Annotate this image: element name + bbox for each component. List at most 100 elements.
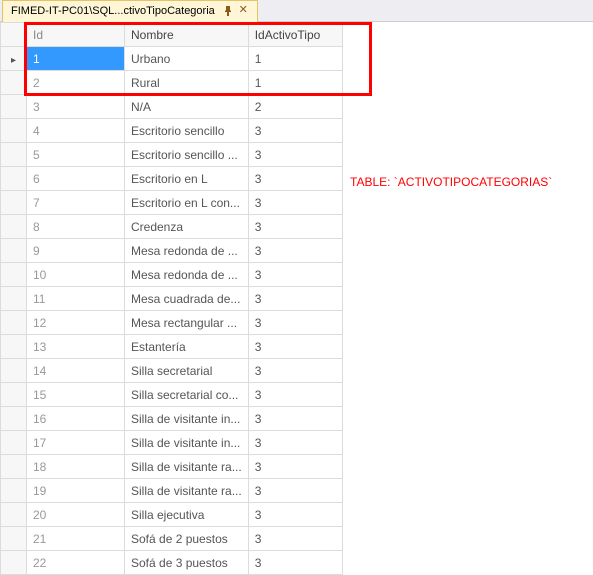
cell-nombre[interactable]: Silla de visitante in... (125, 431, 249, 455)
table-row[interactable]: 5Escritorio sencillo ...3 (1, 143, 343, 167)
row-header[interactable] (1, 47, 27, 71)
close-icon[interactable]: ✕ (238, 5, 249, 16)
row-header[interactable] (1, 191, 27, 215)
table-row[interactable]: 12Mesa rectangular ...3 (1, 311, 343, 335)
cell-nombre[interactable]: Credenza (125, 215, 249, 239)
cell-nombre[interactable]: Mesa cuadrada de... (125, 287, 249, 311)
cell-id[interactable]: 6 (27, 167, 125, 191)
cell-tipo[interactable]: 1 (248, 71, 342, 95)
table-row[interactable]: 2Rural1 (1, 71, 343, 95)
cell-tipo[interactable]: 3 (248, 191, 342, 215)
cell-id[interactable]: 13 (27, 335, 125, 359)
cell-id[interactable]: 7 (27, 191, 125, 215)
cell-tipo[interactable]: 1 (248, 47, 342, 71)
cell-nombre[interactable]: Escritorio en L con... (125, 191, 249, 215)
row-header[interactable] (1, 71, 27, 95)
cell-id[interactable]: 4 (27, 119, 125, 143)
table-row[interactable]: 4Escritorio sencillo3 (1, 119, 343, 143)
cell-id[interactable]: 1 (27, 47, 125, 71)
row-header[interactable] (1, 479, 27, 503)
cell-id[interactable]: 19 (27, 479, 125, 503)
table-row[interactable]: 15Silla secretarial co...3 (1, 383, 343, 407)
table-row[interactable]: 8Credenza3 (1, 215, 343, 239)
cell-tipo[interactable]: 3 (248, 503, 342, 527)
cell-id[interactable]: 20 (27, 503, 125, 527)
document-tab[interactable]: FIMED-IT-PC01\SQL...ctivoTipoCategoria ✕ (2, 0, 258, 22)
table-row[interactable]: 11Mesa cuadrada de...3 (1, 287, 343, 311)
cell-tipo[interactable]: 3 (248, 167, 342, 191)
table-row[interactable]: 1Urbano1 (1, 47, 343, 71)
cell-nombre[interactable]: Urbano (125, 47, 249, 71)
row-header[interactable] (1, 503, 27, 527)
cell-tipo[interactable]: 3 (248, 527, 342, 551)
cell-id[interactable]: 3 (27, 95, 125, 119)
row-header[interactable] (1, 143, 27, 167)
table-row[interactable]: 13Estantería3 (1, 335, 343, 359)
row-header-corner[interactable] (1, 23, 27, 47)
pin-icon[interactable] (223, 5, 234, 16)
cell-tipo[interactable]: 3 (248, 479, 342, 503)
cell-nombre[interactable]: Mesa rectangular ... (125, 311, 249, 335)
cell-nombre[interactable]: N/A (125, 95, 249, 119)
cell-nombre[interactable]: Escritorio en L (125, 167, 249, 191)
data-grid[interactable]: Id Nombre IdActivoTipo 1Urbano12Rural13N… (0, 22, 593, 575)
cell-nombre[interactable]: Estantería (125, 335, 249, 359)
row-header[interactable] (1, 431, 27, 455)
cell-tipo[interactable]: 3 (248, 551, 342, 575)
cell-tipo[interactable]: 3 (248, 335, 342, 359)
column-header-nombre[interactable]: Nombre (125, 23, 249, 47)
cell-nombre[interactable]: Mesa redonda de ... (125, 263, 249, 287)
cell-id[interactable]: 10 (27, 263, 125, 287)
cell-nombre[interactable]: Sofá de 3 puestos (125, 551, 249, 575)
cell-tipo[interactable]: 3 (248, 407, 342, 431)
cell-nombre[interactable]: Sofá de 2 puestos (125, 527, 249, 551)
cell-id[interactable]: 15 (27, 383, 125, 407)
column-header-tipo[interactable]: IdActivoTipo (248, 23, 342, 47)
row-header[interactable] (1, 455, 27, 479)
row-header[interactable] (1, 383, 27, 407)
table-row[interactable]: 19Silla de visitante ra...3 (1, 479, 343, 503)
row-header[interactable] (1, 407, 27, 431)
row-header[interactable] (1, 239, 27, 263)
cell-nombre[interactable]: Escritorio sencillo (125, 119, 249, 143)
table-row[interactable]: 17Silla de visitante in...3 (1, 431, 343, 455)
row-header[interactable] (1, 335, 27, 359)
cell-nombre[interactable]: Escritorio sencillo ... (125, 143, 249, 167)
table-row[interactable]: 21Sofá de 2 puestos3 (1, 527, 343, 551)
cell-nombre[interactable]: Mesa redonda de ... (125, 239, 249, 263)
cell-tipo[interactable]: 3 (248, 311, 342, 335)
table-row[interactable]: 6Escritorio en L3 (1, 167, 343, 191)
cell-id[interactable]: 21 (27, 527, 125, 551)
table-row[interactable]: 9Mesa redonda de ...3 (1, 239, 343, 263)
cell-nombre[interactable]: Silla de visitante ra... (125, 455, 249, 479)
table-row[interactable]: 3N/A2 (1, 95, 343, 119)
cell-id[interactable]: 14 (27, 359, 125, 383)
table-row[interactable]: 18Silla de visitante ra...3 (1, 455, 343, 479)
cell-nombre[interactable]: Rural (125, 71, 249, 95)
table-row[interactable]: 7Escritorio en L con...3 (1, 191, 343, 215)
cell-tipo[interactable]: 3 (248, 143, 342, 167)
row-header[interactable] (1, 287, 27, 311)
table-row[interactable]: 22Sofá de 3 puestos3 (1, 551, 343, 575)
row-header[interactable] (1, 359, 27, 383)
row-header[interactable] (1, 215, 27, 239)
row-header[interactable] (1, 311, 27, 335)
cell-id[interactable]: 12 (27, 311, 125, 335)
cell-tipo[interactable]: 3 (248, 455, 342, 479)
cell-id[interactable]: 17 (27, 431, 125, 455)
cell-nombre[interactable]: Silla de visitante in... (125, 407, 249, 431)
cell-id[interactable]: 2 (27, 71, 125, 95)
cell-tipo[interactable]: 3 (248, 287, 342, 311)
row-header[interactable] (1, 95, 27, 119)
row-header[interactable] (1, 167, 27, 191)
cell-tipo[interactable]: 3 (248, 383, 342, 407)
cell-tipo[interactable]: 3 (248, 119, 342, 143)
cell-id[interactable]: 9 (27, 239, 125, 263)
cell-nombre[interactable]: Silla secretarial (125, 359, 249, 383)
cell-tipo[interactable]: 3 (248, 263, 342, 287)
column-header-id[interactable]: Id (27, 23, 125, 47)
cell-id[interactable]: 22 (27, 551, 125, 575)
row-header[interactable] (1, 527, 27, 551)
cell-nombre[interactable]: Silla ejecutiva (125, 503, 249, 527)
table-row[interactable]: 10Mesa redonda de ...3 (1, 263, 343, 287)
